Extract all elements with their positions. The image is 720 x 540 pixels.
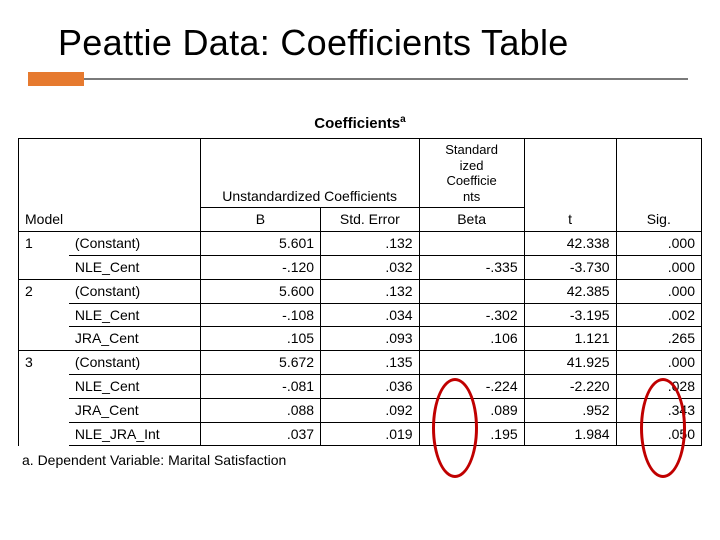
cell-B: 5.601 xyxy=(200,232,320,256)
table-row: NLE_Cent -.120 .032 -.335 -3.730 .000 xyxy=(19,255,702,279)
cell-sig: .002 xyxy=(616,303,701,327)
table-row: NLE_Cent -.081 .036 -.224 -2.220 .028 xyxy=(19,374,702,398)
cell-beta: .106 xyxy=(419,327,524,351)
hdr-B: B xyxy=(200,208,320,232)
cell-B: -.120 xyxy=(200,255,320,279)
predictor: JRA_Cent xyxy=(69,398,200,422)
cell-t: -3.730 xyxy=(524,255,616,279)
cell-se: .092 xyxy=(321,398,420,422)
cell-B: .037 xyxy=(200,422,320,446)
title-rule xyxy=(28,72,688,86)
cell-t: 42.338 xyxy=(524,232,616,256)
table-row: 1 (Constant) 5.601 .132 42.338 .000 xyxy=(19,232,702,256)
cell-se: .135 xyxy=(321,351,420,375)
predictor: (Constant) xyxy=(69,279,200,303)
caption-sup: a xyxy=(400,114,406,125)
cell-t: 42.385 xyxy=(524,279,616,303)
predictor: NLE_Cent xyxy=(69,303,200,327)
cell-B: .105 xyxy=(200,327,320,351)
predictor: (Constant) xyxy=(69,232,200,256)
cell-B: 5.672 xyxy=(200,351,320,375)
cell-t: -3.195 xyxy=(524,303,616,327)
cell-sig: .000 xyxy=(616,279,701,303)
model-num-3: 3 xyxy=(19,351,69,446)
table-row: NLE_JRA_Int .037 .019 .195 1.984 .050 xyxy=(19,422,702,446)
table-row: 2 (Constant) 5.600 .132 42.385 .000 xyxy=(19,279,702,303)
cell-t: 1.121 xyxy=(524,327,616,351)
hdr-unstd: Unstandardized Coefficients xyxy=(200,139,419,208)
cell-se: .034 xyxy=(321,303,420,327)
cell-sig: .028 xyxy=(616,374,701,398)
cell-se: .036 xyxy=(321,374,420,398)
cell-B: .088 xyxy=(200,398,320,422)
hdr-sig: Sig. xyxy=(616,139,701,232)
hdr-std: Standard ized Coefficie nts xyxy=(419,139,524,208)
predictor: NLE_Cent xyxy=(69,374,200,398)
predictor: (Constant) xyxy=(69,351,200,375)
caption-text: Coefficients xyxy=(314,115,400,132)
hdr-beta: Beta xyxy=(419,208,524,232)
coefficients-table-wrap: Model Unstandardized Coefficients Standa… xyxy=(18,138,702,446)
cell-B: -.108 xyxy=(200,303,320,327)
predictor: JRA_Cent xyxy=(69,327,200,351)
table-row: JRA_Cent .088 .092 .089 .952 .343 xyxy=(19,398,702,422)
cell-beta: .195 xyxy=(419,422,524,446)
cell-beta xyxy=(419,279,524,303)
table-row: 3 (Constant) 5.672 .135 41.925 .000 xyxy=(19,351,702,375)
cell-B: 5.600 xyxy=(200,279,320,303)
table-row: NLE_Cent -.108 .034 -.302 -3.195 .002 xyxy=(19,303,702,327)
predictor: NLE_JRA_Int xyxy=(69,422,200,446)
cell-sig: .050 xyxy=(616,422,701,446)
table-footnote: a. Dependent Variable: Marital Satisfact… xyxy=(22,452,720,468)
predictor: NLE_Cent xyxy=(69,255,200,279)
model-num-2: 2 xyxy=(19,279,69,350)
cell-beta: -.335 xyxy=(419,255,524,279)
table-row: JRA_Cent .105 .093 .106 1.121 .265 xyxy=(19,327,702,351)
cell-beta xyxy=(419,351,524,375)
cell-sig: .000 xyxy=(616,351,701,375)
cell-sig: .000 xyxy=(616,255,701,279)
hdr-t: t xyxy=(524,139,616,232)
cell-beta: .089 xyxy=(419,398,524,422)
hdr-model: Model xyxy=(19,139,201,232)
cell-se: .032 xyxy=(321,255,420,279)
cell-sig: .343 xyxy=(616,398,701,422)
cell-sig: .000 xyxy=(616,232,701,256)
cell-se: .093 xyxy=(321,327,420,351)
cell-sig: .265 xyxy=(616,327,701,351)
cell-beta xyxy=(419,232,524,256)
cell-t: -2.220 xyxy=(524,374,616,398)
cell-t: 41.925 xyxy=(524,351,616,375)
cell-t: .952 xyxy=(524,398,616,422)
cell-beta: -.224 xyxy=(419,374,524,398)
hdr-se: Std. Error xyxy=(321,208,420,232)
cell-B: -.081 xyxy=(200,374,320,398)
cell-t: 1.984 xyxy=(524,422,616,446)
cell-se: .019 xyxy=(321,422,420,446)
model-num-1: 1 xyxy=(19,232,69,280)
slide-title: Peattie Data: Coefficients Table xyxy=(0,0,720,72)
cell-se: .132 xyxy=(321,232,420,256)
cell-se: .132 xyxy=(321,279,420,303)
cell-beta: -.302 xyxy=(419,303,524,327)
coefficients-table: Model Unstandardized Coefficients Standa… xyxy=(18,138,702,446)
table-caption: Coefficientsa xyxy=(0,114,720,132)
